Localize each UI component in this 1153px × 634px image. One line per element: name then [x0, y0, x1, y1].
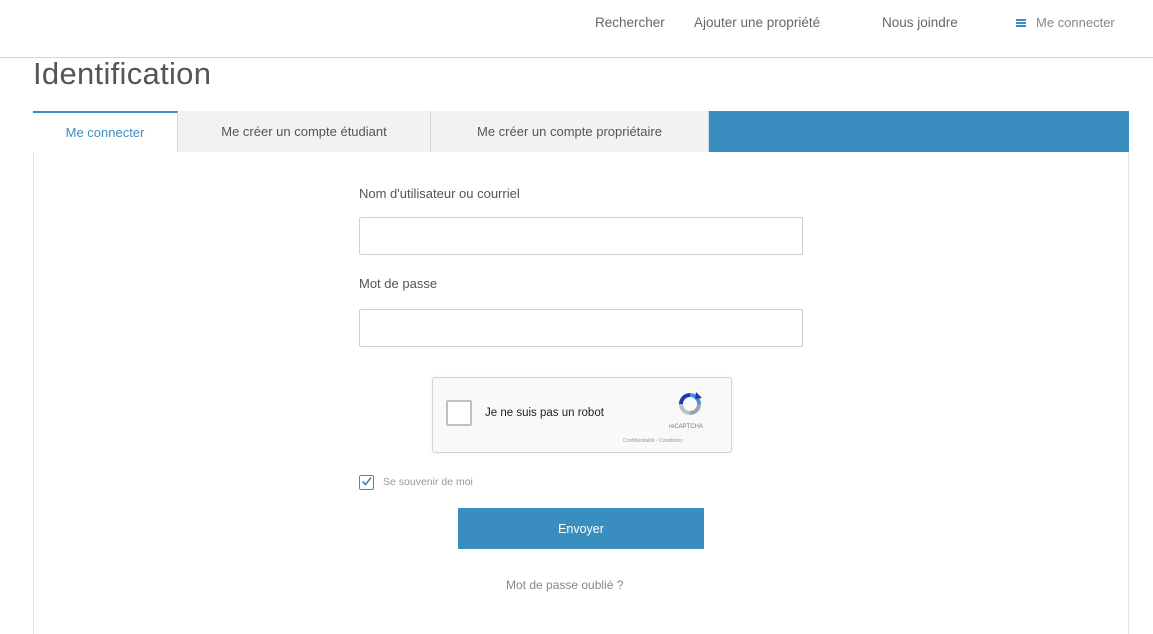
checkmark-icon — [361, 477, 372, 486]
username-label: Nom d'utilisateur ou courriel — [359, 186, 520, 201]
top-navigation: Rechercher Ajouter une propriété Nous jo… — [0, 0, 1153, 58]
tab-bar: Me connecter Me créer un compte étudiant… — [33, 111, 1129, 153]
nav-contact-link[interactable]: Nous joindre — [882, 15, 958, 30]
menu-icon — [1016, 18, 1026, 27]
password-label: Mot de passe — [359, 276, 438, 291]
page-title: Identification — [33, 56, 212, 91]
recaptcha-brand: reCAPTCHA — [669, 424, 704, 430]
recaptcha-label: Je ne suis pas un robot — [485, 407, 604, 419]
recaptcha-widget: Je ne suis pas un robot reCAPTCHA Confid… — [432, 377, 732, 453]
username-input[interactable] — [359, 217, 803, 255]
tab-login[interactable]: Me connecter — [33, 111, 178, 153]
nav-add-property-link[interactable]: Ajouter une propriété — [694, 15, 820, 30]
recaptcha-logo-icon — [679, 392, 702, 415]
forgot-password-link[interactable]: Mot de passe oublié ? — [506, 578, 623, 592]
recaptcha-terms-link[interactable]: Confidentialité - Conditions — [623, 438, 683, 444]
tab-create-student-account[interactable]: Me créer un compte étudiant — [178, 111, 431, 152]
tab-create-owner-account[interactable]: Me créer un compte propriétaire — [431, 111, 709, 152]
password-input[interactable] — [359, 309, 803, 347]
submit-button[interactable]: Envoyer — [458, 508, 704, 549]
nav-login-label: Me connecter — [1036, 15, 1115, 30]
remember-label: Se souvenir de moi — [383, 476, 473, 488]
remember-checkbox[interactable] — [359, 475, 374, 490]
nav-login-link[interactable]: Me connecter — [1016, 15, 1115, 30]
recaptcha-checkbox[interactable] — [446, 400, 472, 426]
nav-search-link[interactable]: Rechercher — [595, 15, 665, 30]
